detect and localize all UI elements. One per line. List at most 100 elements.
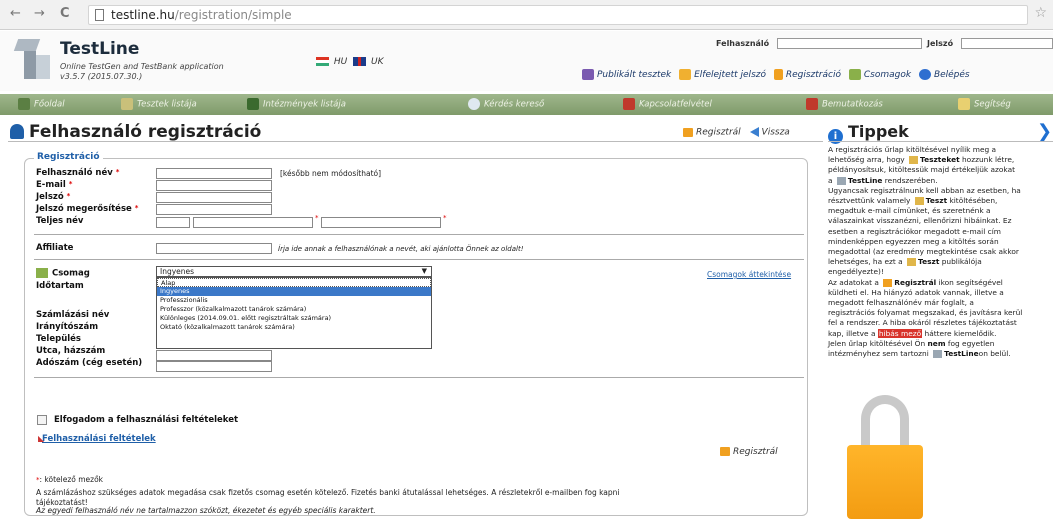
section-divider-3 <box>34 377 804 378</box>
lang-uk[interactable]: UK <box>371 57 384 67</box>
fieldset-legend: Regisztráció <box>34 152 103 162</box>
url-host: testline.hu <box>111 8 175 22</box>
page-actions: Regisztrál Vissza <box>683 127 790 138</box>
published-tests-link[interactable]: Publikált tesztek <box>597 70 671 80</box>
forgot-password-link[interactable]: Elfelejtett jelszó <box>694 70 766 80</box>
published-tests-icon <box>582 69 594 80</box>
login-username-input[interactable] <box>777 38 922 49</box>
tax-label: Adószám (cég esetén) <box>36 358 143 368</box>
username-input[interactable] <box>156 168 272 179</box>
nav-home[interactable]: Főoldal <box>18 98 65 110</box>
page-title: Felhasználó regisztráció <box>10 122 261 142</box>
nav-tests[interactable]: Tesztek listája <box>121 98 197 110</box>
tax-input[interactable] <box>156 361 272 372</box>
bottom-submit: Regisztrál <box>720 447 778 457</box>
package-option[interactable]: Professzor (közalkalmazott tanárok számá… <box>157 305 431 314</box>
nav-about[interactable]: Bemutatkozás <box>806 98 883 110</box>
uk-flag-icon[interactable] <box>353 57 367 66</box>
padlock-illustration-icon <box>847 395 923 519</box>
hungary-flag-icon[interactable] <box>316 57 329 66</box>
package-option-selected[interactable]: Ingyenes <box>157 287 431 296</box>
accept-terms-checkbox[interactable] <box>37 415 47 425</box>
nav-question-search[interactable]: Kérdés kereső <box>468 98 544 110</box>
testline-icon <box>836 176 846 185</box>
section-divider-2 <box>34 259 804 260</box>
packages-overview-link[interactable]: Csomagok áttekintése <box>707 270 791 279</box>
testline-logo[interactable] <box>13 39 56 83</box>
tagline: Online TestGen and TestBank application … <box>60 62 224 82</box>
tips-text: A regisztrációs űrlap kitöltésével nyíli… <box>828 145 1023 359</box>
main-navigation: Főoldal Tesztek listája Intézmények list… <box>0 94 1053 115</box>
bottom-submit-button[interactable]: Regisztrál <box>733 447 778 457</box>
url-path: /registration/simple <box>174 8 292 22</box>
tagline-text: Online TestGen and TestBank application <box>60 62 224 71</box>
login-username-label: Felhasználó <box>716 39 770 48</box>
brand-name: TestLine <box>60 39 140 59</box>
first-name-input[interactable] <box>321 217 441 228</box>
nav-contact[interactable]: Kapcsolatfelvétel <box>623 98 712 110</box>
password-confirm-input[interactable] <box>156 204 272 215</box>
home-icon <box>18 98 30 110</box>
password-confirm-label: Jelszó megerősítése * <box>36 204 139 214</box>
login-password-label: Jelszó <box>927 39 954 48</box>
login-link[interactable]: Belépés <box>934 70 970 80</box>
street-input[interactable] <box>156 350 272 361</box>
help-icon <box>958 98 970 110</box>
required-marker: * <box>115 168 120 176</box>
login-key-icon <box>918 69 931 80</box>
section-divider <box>34 234 804 235</box>
chevron-down-icon: ▼ <box>421 267 427 275</box>
institutions-icon <box>247 98 259 110</box>
registration-link[interactable]: Regisztráció <box>786 70 841 80</box>
package-select[interactable]: Ingyenes ▼ <box>156 266 432 277</box>
login-password-input[interactable] <box>961 38 1053 49</box>
last-name-input[interactable] <box>193 217 313 228</box>
package-option[interactable]: Professzionális <box>157 296 431 305</box>
package-option[interactable]: Oktató (közalkalmazott tanárok számára) <box>157 323 431 332</box>
version-text: v3.5.7 (2015.07.30.) <box>60 72 143 81</box>
package-option[interactable]: Alap <box>157 278 431 287</box>
testline-icon <box>933 350 943 359</box>
required-marker: * <box>443 214 447 222</box>
packages-icon <box>848 69 861 80</box>
top-submit-button[interactable]: Regisztrál <box>696 128 741 138</box>
page-icon <box>95 9 104 21</box>
tests-icon <box>121 98 133 110</box>
address-bar[interactable]: testline.hu/registration/simple <box>88 5 1028 25</box>
lang-hu[interactable]: HU <box>334 57 347 67</box>
packages-link[interactable]: Csomagok <box>864 70 911 80</box>
package-dropdown: Alap Ingyenes Professzionális Professzor… <box>156 277 432 349</box>
package-selected-value: Ingyenes <box>160 267 195 276</box>
package-icon <box>36 268 48 278</box>
bookmark-star-icon[interactable]: ☆ <box>1034 5 1047 21</box>
required-marker: * <box>315 214 319 222</box>
billing-note: A számlázáshoz szükséges adatok megadása… <box>36 488 620 507</box>
street-label: Utca, házszám <box>36 346 106 356</box>
city-label: Település <box>36 334 81 344</box>
lock-icon <box>883 278 893 287</box>
affiliate-note: Írja ide annak a felhasználónak a nevét,… <box>278 245 524 253</box>
required-legend: *: kötelező mezők <box>36 475 104 484</box>
test-icon <box>914 197 924 206</box>
reload-button[interactable]: C <box>60 6 70 21</box>
nav-help[interactable]: Segítség <box>958 98 1011 110</box>
terms-link[interactable]: Felhasználási feltételek <box>42 434 156 444</box>
package-option[interactable]: Különleges (2014.09.01. előtt regisztrál… <box>157 314 431 323</box>
username-rule-note: Az egyedi felhasználó név ne tartalmazzo… <box>36 506 376 515</box>
phone-icon-2 <box>806 98 818 110</box>
top-back-button[interactable]: Vissza <box>762 128 790 138</box>
back-button[interactable]: ← <box>10 6 21 21</box>
back-arrow-icon <box>749 127 759 137</box>
browser-toolbar: ← → C testline.hu/registration/simple ☆ <box>0 0 1053 30</box>
email-input[interactable] <box>156 180 272 191</box>
phone-icon <box>623 98 635 110</box>
nav-institutions[interactable]: Intézmények listája <box>247 98 346 110</box>
language-switcher: HU UK <box>316 57 383 67</box>
affiliate-input[interactable] <box>156 243 272 254</box>
register-lock-icon <box>683 127 693 137</box>
name-prefix-input[interactable] <box>156 217 190 228</box>
password-input[interactable] <box>156 192 272 203</box>
forward-button[interactable]: → <box>34 6 45 21</box>
next-tip-chevron-icon[interactable]: ❯ <box>1037 121 1052 142</box>
email-label: E-mail * <box>36 180 73 190</box>
